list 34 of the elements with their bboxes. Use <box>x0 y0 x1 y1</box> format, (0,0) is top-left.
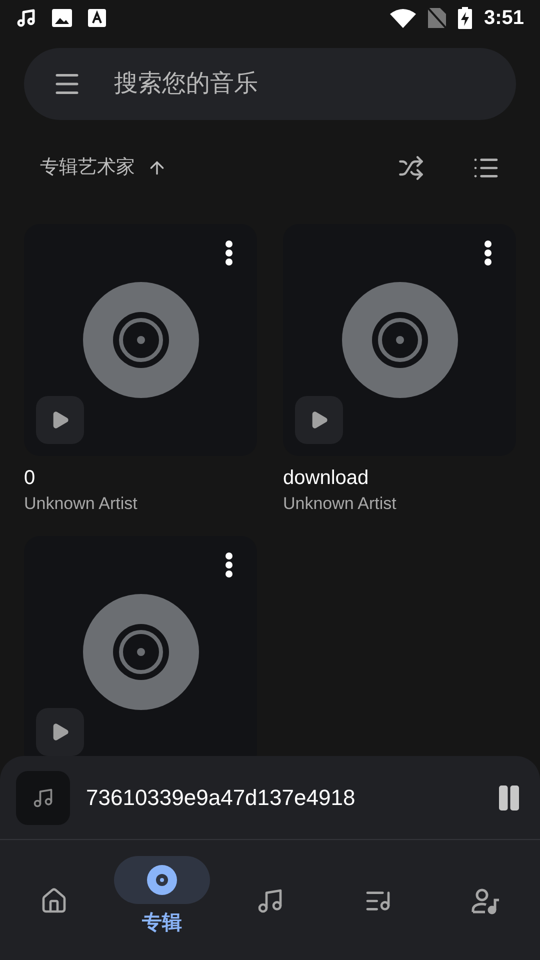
album-artist: Unknown Artist <box>24 493 138 515</box>
no-sim-icon <box>428 8 446 28</box>
disc-icon <box>147 865 177 895</box>
play-button[interactable] <box>36 396 84 444</box>
battery-charging-icon <box>458 7 472 29</box>
music-note-icon <box>16 8 36 28</box>
album-title: download <box>283 466 370 491</box>
album-card[interactable] <box>283 224 516 456</box>
music-note-icon <box>32 786 54 808</box>
status-time: 3:51 <box>484 6 524 31</box>
more-options-icon <box>225 552 233 578</box>
album-artist: Unknown Artist <box>283 493 398 515</box>
album-title: 0 <box>24 466 36 491</box>
home-icon <box>40 887 68 915</box>
more-options-icon <box>225 240 233 266</box>
sort-button[interactable]: 专辑艺术家 <box>40 154 167 182</box>
album-card[interactable] <box>24 536 257 756</box>
album-card[interactable] <box>24 224 257 456</box>
play-button[interactable] <box>295 396 343 444</box>
more-options-icon <box>484 240 492 266</box>
font-icon <box>88 9 106 27</box>
disc-icon <box>342 282 458 398</box>
disc-icon <box>82 594 198 710</box>
image-icon <box>52 9 72 27</box>
disc-icon <box>82 282 198 398</box>
shuffle-icon[interactable] <box>398 155 424 181</box>
play-button[interactable] <box>36 708 84 756</box>
now-playing-bar[interactable]: 73610339e9a47d137e4918 <box>0 756 540 840</box>
track-title: 73610339e9a47d137e4918 <box>86 784 356 812</box>
search-bar[interactable]: 搜索您的音乐 <box>24 48 516 120</box>
search-field[interactable]: 搜索您的音乐 <box>114 66 488 102</box>
music-note-icon <box>256 887 284 915</box>
artist-music-icon <box>471 887 501 915</box>
wifi-icon <box>390 8 416 28</box>
